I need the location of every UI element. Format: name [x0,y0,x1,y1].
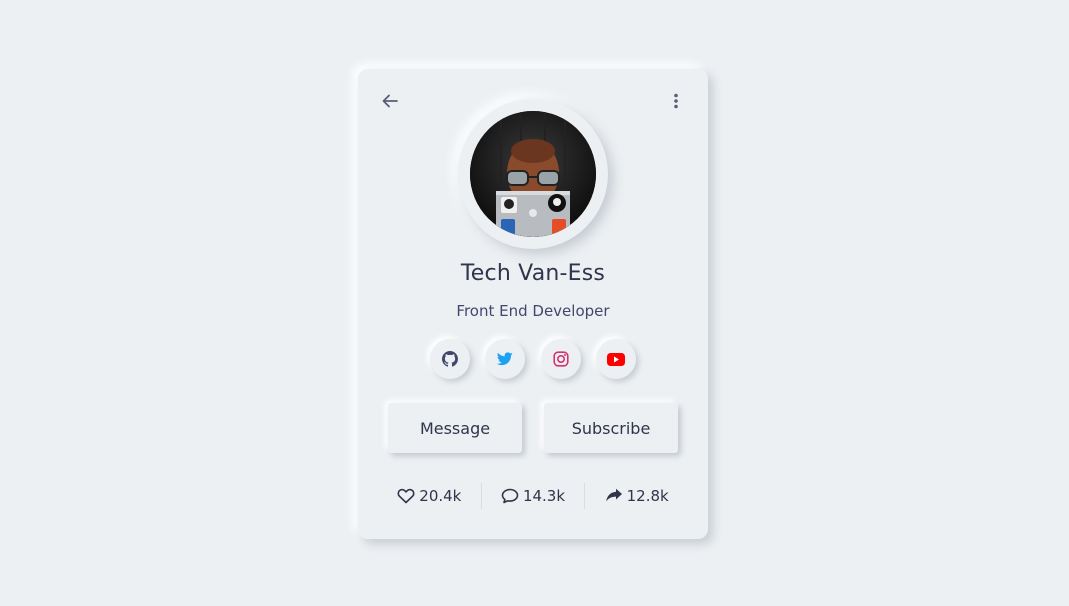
likes-count: 20.4k [419,487,462,505]
github-link[interactable] [430,339,470,379]
comments-count: 14.3k [522,487,566,505]
instagram-link[interactable] [540,339,581,379]
social-links [430,339,636,379]
action-buttons: Message Subscribe [388,403,678,453]
twitter-link[interactable] [485,339,526,379]
profile-name: Tech Van-Ess [460,261,606,286]
youtube-link[interactable] [595,339,636,379]
avatar-frame [458,99,608,249]
twitter-icon [497,352,514,366]
shares-count: 12.8k [626,487,669,505]
subscribe-button[interactable]: Subscribe [544,403,678,453]
youtube-icon [606,352,625,366]
instagram-icon [553,351,569,367]
avatar [470,111,596,237]
more-options-icon[interactable] [664,89,688,113]
comment-icon [501,488,519,504]
share-icon [605,488,622,502]
comments-stat[interactable]: 14.3k [482,487,585,505]
likes-stat[interactable]: 20.4k [378,487,481,505]
shares-stat[interactable]: 12.8k [585,487,688,505]
back-arrow-icon[interactable] [378,89,402,113]
stats-bar: 20.4k 14.3k 12.8k [378,481,688,511]
heart-icon [397,488,415,504]
profile-role: Front End Developer [456,302,610,320]
github-icon [442,351,458,367]
message-button[interactable]: Message [388,403,522,453]
profile-card: Tech Van-Ess Front End Developer Message… [358,69,708,539]
